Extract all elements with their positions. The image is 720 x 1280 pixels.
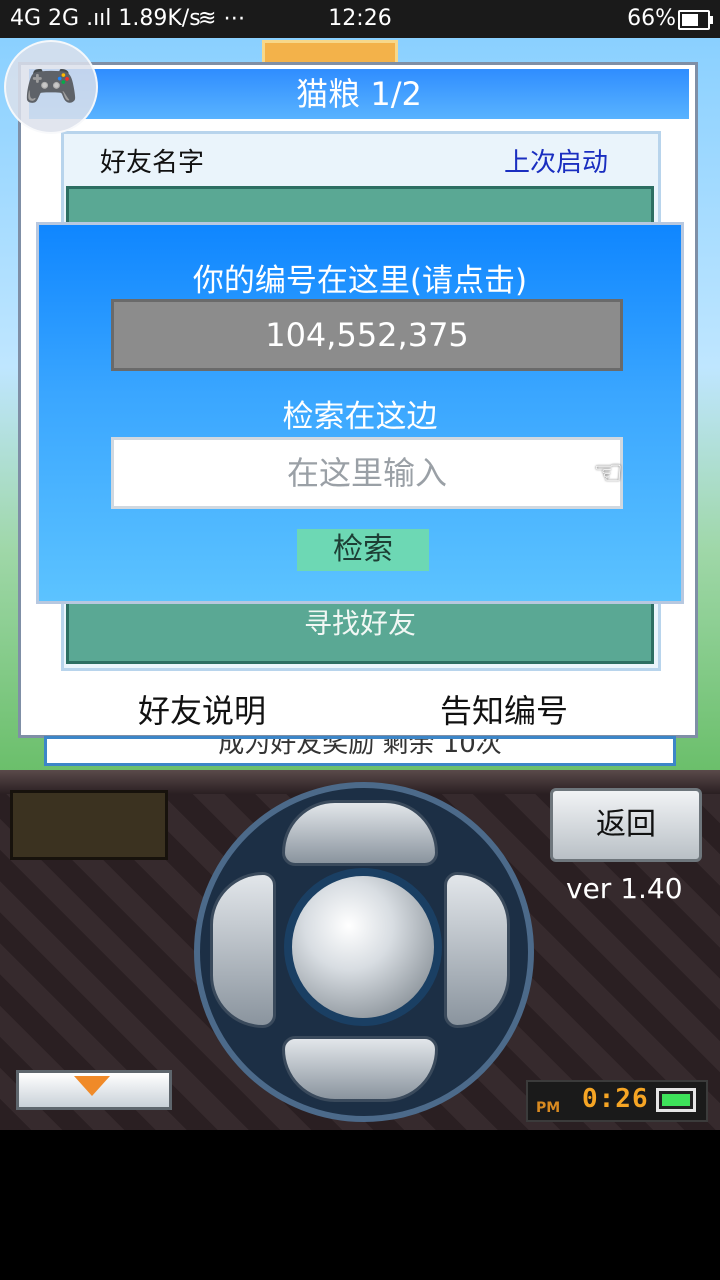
down-arrow-icon [74,1076,110,1096]
battery-percent: 66% [627,6,676,31]
pointing-hand-icon: ☜ [593,453,624,493]
version-label: ver 1.40 [566,872,683,905]
find-friend-button[interactable]: 寻找好友 [66,602,654,642]
friend-number-popup: 你的编号在这里(请点击) 104,552,375 检索在这边 ☜ 检索 [36,222,684,604]
gamepad-icon[interactable]: 🎮 [4,40,98,134]
clock-ampm: PM [536,1100,561,1116]
search-label: 检索在这边 [282,399,438,435]
friend-reward-banner: 成为好友奖励 剩余 10次 [44,736,676,766]
column-friend-name: 好友名字 [100,148,205,178]
tell-number-button[interactable]: 告知编号 [440,686,568,732]
dialog-title: 猫粮 1/2 [29,69,689,119]
dpad-left-button[interactable] [210,872,276,1028]
status-bar: 4G 2G .ııl 1.89K/s ≋ ⋯ 12:26 66% [0,0,720,38]
battery-icon [678,10,713,30]
back-button[interactable]: 返回 [550,788,702,862]
your-number-label: 你的编号在这里(请点击) [192,263,528,299]
bottom-bar [0,1130,720,1280]
search-input[interactable] [111,437,623,509]
clock: 12:26 [328,6,392,31]
dpad-right-button[interactable] [444,872,510,1028]
column-last-start: 上次启动 [504,148,609,178]
friend-explain-button[interactable]: 好友说明 [138,686,266,732]
battery-icon [656,1088,696,1112]
search-button[interactable]: 检索 [297,529,429,571]
dpad-center-button[interactable] [284,868,442,1026]
dpad-up-button[interactable] [282,800,438,866]
controller-display-slot [10,790,168,860]
your-number-box[interactable]: 104,552,375 [111,299,623,371]
clock-time: 0:26 [582,1084,649,1114]
dpad-down-button[interactable] [282,1036,438,1102]
